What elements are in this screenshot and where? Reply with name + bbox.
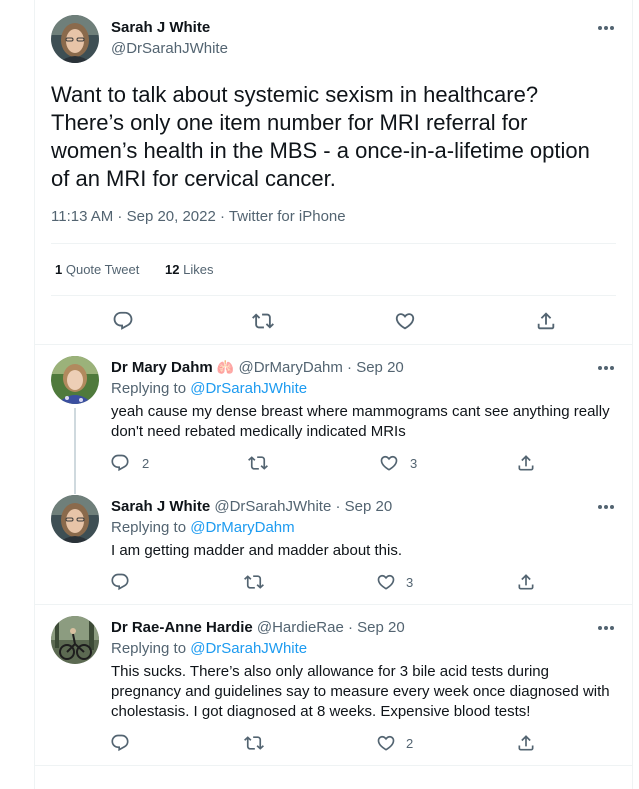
- likes-stat[interactable]: 12 Likes: [165, 262, 213, 277]
- replying-to-link[interactable]: @DrMaryDahm: [190, 519, 294, 536]
- tweet-text: Want to talk about systemic sexism in he…: [51, 82, 590, 191]
- divider: [34, 344, 633, 345]
- likes-count: 12: [165, 262, 180, 277]
- reply-header: Dr Mary Dahm 🫁 @DrMaryDahm · Sep 20: [111, 359, 404, 376]
- like-count: 2: [406, 736, 414, 751]
- avatar[interactable]: [51, 616, 99, 664]
- likes-label: Likes: [183, 262, 214, 277]
- author-emoji: 🫁: [216, 359, 235, 375]
- replying-label: Replying to: [111, 380, 187, 397]
- share-icon[interactable]: [535, 310, 557, 332]
- replying-to-link[interactable]: @DrSarahJWhite: [190, 380, 307, 397]
- replying-to: Replying to @DrSarahJWhite: [111, 640, 307, 657]
- reply-text: This sucks. There’s also only allowance …: [111, 663, 610, 720]
- like-icon[interactable]: [394, 310, 416, 332]
- reply-header: Sarah J White @DrSarahJWhite · Sep 20: [111, 498, 392, 515]
- like-icon[interactable]: [376, 733, 396, 753]
- replying-to: Replying to @DrMaryDahm: [111, 519, 295, 536]
- retweet-icon[interactable]: [248, 453, 268, 473]
- replying-to-link[interactable]: @DrSarahJWhite: [190, 640, 307, 657]
- reply-icon[interactable]: [112, 310, 134, 332]
- replying-to: Replying to @DrSarahJWhite: [111, 380, 307, 397]
- author-name[interactable]: Dr Rae-Anne Hardie: [111, 619, 253, 636]
- more-icon[interactable]: [598, 365, 616, 371]
- like-icon[interactable]: [376, 572, 396, 592]
- retweet-icon[interactable]: [244, 572, 264, 592]
- reply-count: 2: [142, 456, 150, 471]
- tweet-timestamp[interactable]: 11:13 AM · Sep 20, 2022 · Twitter for iP…: [51, 208, 346, 225]
- author-name[interactable]: Sarah J White: [111, 19, 210, 36]
- retweet-icon[interactable]: [244, 733, 264, 753]
- author-handle-time[interactable]: @DrMaryDahm · Sep 20: [238, 359, 403, 376]
- reply-text: yeah cause my dense breast where mammogr…: [111, 403, 610, 440]
- replying-label: Replying to: [111, 519, 187, 536]
- quote-tweets-count: 1: [55, 262, 63, 277]
- author-handle[interactable]: @DrSarahJWhite: [111, 40, 228, 57]
- author-name[interactable]: Dr Mary Dahm: [111, 359, 213, 376]
- divider: [34, 604, 633, 605]
- reply-icon[interactable]: [110, 453, 130, 473]
- avatar-photo: [51, 495, 99, 543]
- more-icon[interactable]: [598, 625, 616, 631]
- share-icon[interactable]: [516, 733, 536, 753]
- avatar[interactable]: [51, 495, 99, 543]
- more-icon[interactable]: [598, 504, 616, 510]
- quote-tweets-stat[interactable]: 1 Quote Tweet: [55, 262, 139, 277]
- share-icon[interactable]: [516, 453, 536, 473]
- avatar[interactable]: [51, 15, 99, 63]
- author-handle-time[interactable]: @HardieRae · Sep 20: [257, 619, 405, 636]
- avatar-photo: [51, 616, 99, 664]
- avatar-photo: [51, 356, 99, 404]
- replying-label: Replying to: [111, 640, 187, 657]
- share-icon[interactable]: [516, 572, 536, 592]
- avatar-photo: [51, 15, 99, 63]
- divider: [51, 243, 616, 244]
- like-count: 3: [410, 456, 418, 471]
- author-handle-time[interactable]: @DrSarahJWhite · Sep 20: [214, 498, 392, 515]
- divider: [51, 295, 616, 296]
- quote-tweets-label: Quote Tweet: [65, 262, 140, 277]
- like-count: 3: [406, 575, 414, 590]
- like-icon[interactable]: [379, 453, 399, 473]
- more-icon[interactable]: [598, 25, 616, 31]
- reply-icon[interactable]: [110, 733, 130, 753]
- avatar[interactable]: [51, 356, 99, 404]
- author-name[interactable]: Sarah J White: [111, 498, 210, 515]
- reply-header: Dr Rae-Anne Hardie @HardieRae · Sep 20: [111, 619, 405, 636]
- thread-line: [74, 408, 76, 494]
- reply-icon[interactable]: [110, 572, 130, 592]
- divider: [34, 765, 633, 766]
- reply-text: I am getting madder and madder about thi…: [111, 542, 403, 559]
- retweet-icon[interactable]: [252, 310, 274, 332]
